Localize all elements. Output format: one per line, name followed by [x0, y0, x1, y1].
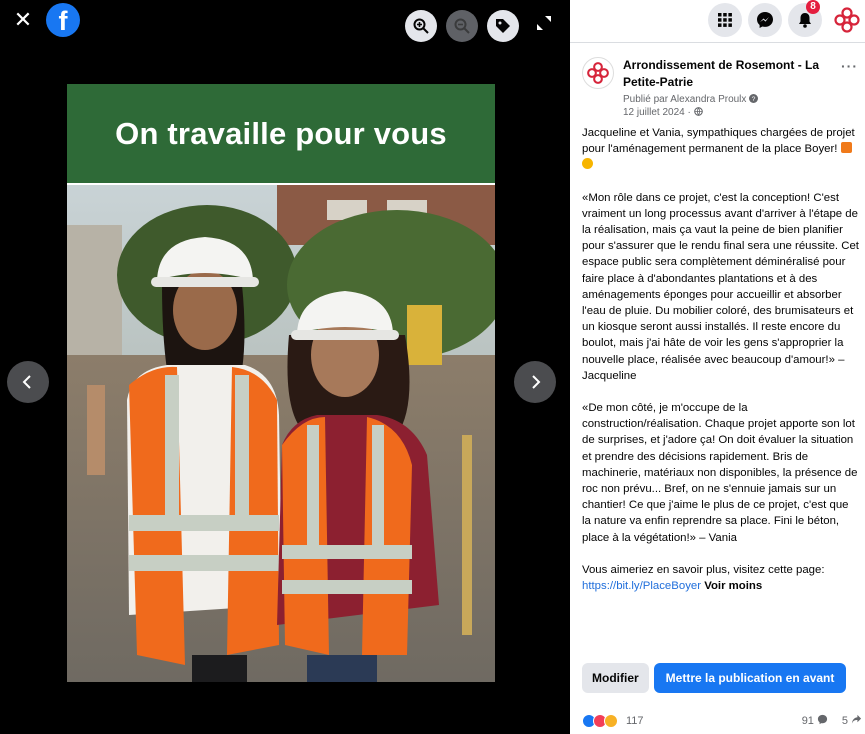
- post-paragraph: Jacqueline et Vania, sympathiques chargé…: [582, 125, 860, 174]
- post-details-panel: 8 Arrondissement de Rosemont - La Petite…: [570, 0, 865, 734]
- expand-icon: [537, 16, 551, 30]
- post-paragraph: Vous aimeriez en savoir plus, visitez ce…: [582, 562, 860, 594]
- post-actions: Modifier Mettre la publication en avant: [582, 663, 847, 693]
- post-text: Jacqueline et Vania, sympathiques chargé…: [582, 125, 860, 610]
- paragraph-text: Vous aimeriez en savoir plus, visitez ce…: [582, 563, 825, 576]
- post-date[interactable]: 12 juillet 2024 ·: [623, 107, 691, 118]
- comment-count[interactable]: 91: [802, 712, 828, 730]
- reaction-count[interactable]: 117: [626, 712, 644, 730]
- share-count[interactable]: 5: [842, 712, 862, 730]
- post-header: Arrondissement de Rosemont - La Petite-P…: [582, 55, 860, 121]
- share-icon: [851, 714, 862, 724]
- messenger-button[interactable]: [748, 3, 782, 37]
- globe-icon: [693, 107, 703, 116]
- bell-icon: [799, 13, 811, 28]
- post-meta: Publié par Alexandra Proulx ? 12 juillet…: [623, 93, 843, 119]
- zoom-in-icon: [413, 18, 429, 34]
- construction-workers-photo: [67, 185, 495, 682]
- heart-eyes-emoji-icon: [582, 158, 593, 170]
- edit-post-button[interactable]: Modifier: [582, 663, 649, 693]
- next-photo-button[interactable]: [514, 361, 556, 403]
- close-button[interactable]: ✕: [12, 9, 34, 31]
- post-photo[interactable]: On travaille pour vous: [67, 84, 495, 682]
- page-name-link[interactable]: Arrondissement de Rosemont - La Petite-P…: [623, 57, 833, 91]
- paragraph-text: Jacqueline et Vania, sympathiques chargé…: [582, 127, 855, 156]
- topbar-divider: [570, 42, 865, 43]
- grid-menu-icon: [718, 13, 732, 27]
- post-paragraph: «De mon côté, je m'occupe de la construc…: [582, 402, 858, 544]
- account-button[interactable]: [830, 3, 864, 37]
- page-avatar[interactable]: [582, 57, 614, 89]
- top-navigation: 8: [570, 0, 865, 40]
- tag-button[interactable]: [487, 10, 519, 42]
- see-less-button[interactable]: Voir moins: [704, 580, 762, 592]
- more-options-button[interactable]: ···: [841, 59, 858, 73]
- notification-badge: 8: [806, 0, 820, 14]
- svg-text:?: ?: [752, 96, 756, 103]
- banner-text: On travaille pour vous: [115, 115, 447, 151]
- facebook-logo[interactable]: f: [46, 3, 80, 37]
- share-count-value: 5: [841, 715, 848, 727]
- zoom-out-button[interactable]: [446, 10, 478, 42]
- zoom-in-button[interactable]: [405, 10, 437, 42]
- menu-button[interactable]: [708, 3, 742, 37]
- haha-reaction-icon: [604, 714, 618, 728]
- previous-photo-button[interactable]: [7, 361, 49, 403]
- comment-count-value: 91: [801, 715, 814, 727]
- place-boyer-link[interactable]: https://bit.ly/PlaceBoyer: [582, 580, 701, 592]
- chevron-right-icon: [532, 375, 541, 389]
- rosemont-logo-icon: [834, 7, 860, 33]
- tag-icon: [496, 19, 510, 33]
- rosemont-logo-icon: [587, 62, 609, 84]
- post-paragraph: «Mon rôle dans ce projet, c'est la conce…: [582, 191, 859, 382]
- messenger-icon: [757, 12, 773, 28]
- chevron-left-icon: [22, 375, 31, 389]
- photo-viewer: ✕ f On travaille pour vous: [0, 0, 570, 734]
- zoom-out-icon: [454, 18, 470, 34]
- reaction-icons[interactable]: [582, 714, 618, 728]
- construction-worker-emoji-icon: [840, 142, 852, 154]
- boost-post-button[interactable]: Mettre la publication en avant: [653, 663, 847, 693]
- fullscreen-button[interactable]: [534, 13, 554, 33]
- published-by: Publié par Alexandra Proulx: [623, 94, 747, 105]
- reaction-summary: 117 91 5: [582, 712, 862, 730]
- comment-icon: [817, 714, 828, 725]
- help-icon[interactable]: ?: [749, 94, 759, 103]
- photo-banner: On travaille pour vous: [67, 84, 495, 183]
